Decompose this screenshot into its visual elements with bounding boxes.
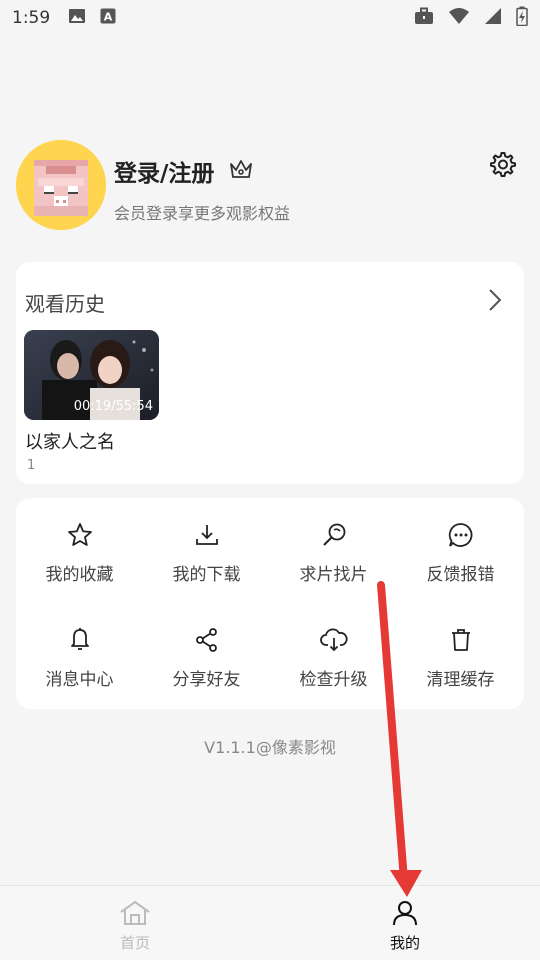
menu-item-label: 清理缓存: [426, 670, 495, 690]
function-menu-card: 我的收藏 我的下载 求片找片 反馈报错 消息中心 分享好友 检查升级 清理缓存: [16, 498, 524, 709]
bottom-tab-bar: 首页 我的: [0, 885, 540, 960]
search-icon: [321, 520, 347, 550]
svg-text:A: A: [104, 10, 113, 23]
history-title: 观看历史: [25, 292, 105, 316]
feedback-icon: [448, 520, 474, 550]
cloud-download-icon: [319, 625, 348, 655]
login-subtitle: 会员登录享更多观影权益: [114, 204, 291, 223]
history-item-title[interactable]: 以家人之名: [25, 428, 115, 454]
download-icon: [194, 520, 220, 550]
bell-icon: [67, 625, 93, 655]
menu-item-clear-cache[interactable]: 清理缓存: [397, 603, 524, 708]
history-thumbnail[interactable]: 00:19/55:54: [24, 330, 159, 420]
menu-item-label: 检查升级: [299, 670, 368, 690]
tab-home[interactable]: 首页: [0, 886, 270, 960]
status-time: 1:59: [12, 8, 51, 28]
crown-icon: [229, 158, 253, 184]
menu-item-label: 分享好友: [172, 670, 241, 690]
watch-history-card: 观看历史 00:19/55:54 以家人之名 1: [16, 262, 524, 484]
tab-mine-label: 我的: [389, 934, 420, 952]
briefcase-icon: [414, 7, 434, 30]
menu-item-feedback[interactable]: 反馈报错: [397, 498, 524, 603]
version-text: V1.1.1@像素影视: [204, 738, 336, 757]
star-icon: [67, 520, 93, 550]
menu-item-update[interactable]: 检查升级: [270, 603, 397, 708]
menu-item-label: 消息中心: [45, 670, 114, 690]
menu-item-share[interactable]: 分享好友: [143, 603, 270, 708]
trash-icon: [448, 625, 474, 655]
wifi-icon: [448, 7, 470, 30]
chevron-right-icon[interactable]: [488, 288, 502, 316]
menu-item-label: 我的下载: [172, 565, 241, 585]
menu-item-label: 求片找片: [299, 565, 368, 585]
history-item-episode: 1: [27, 458, 36, 473]
menu-item-downloads[interactable]: 我的下载: [143, 498, 270, 603]
share-icon: [194, 625, 220, 655]
menu-item-request[interactable]: 求片找片: [270, 498, 397, 603]
history-progress-time: 00:19/55:54: [73, 399, 153, 414]
status-bar: 1:59 A: [0, 0, 540, 36]
gear-icon[interactable]: [488, 150, 516, 182]
login-register-title[interactable]: 登录/注册: [114, 154, 214, 188]
avatar[interactable]: [16, 140, 106, 230]
menu-item-favorites[interactable]: 我的收藏: [16, 498, 143, 603]
image-notification-icon: [68, 8, 86, 29]
tab-home-label: 首页: [119, 934, 150, 952]
profile-header: 登录/注册 会员登录享更多观影权益: [16, 140, 524, 232]
signal-icon: [484, 7, 502, 30]
menu-item-label: 反馈报错: [426, 565, 495, 585]
menu-item-label: 我的收藏: [45, 565, 114, 585]
user-icon: [391, 900, 419, 930]
tab-mine[interactable]: 我的: [270, 886, 540, 960]
battery-icon: [516, 6, 528, 31]
menu-item-messages[interactable]: 消息中心: [16, 603, 143, 708]
home-icon: [119, 900, 151, 930]
a-notification-icon: A: [100, 8, 116, 29]
